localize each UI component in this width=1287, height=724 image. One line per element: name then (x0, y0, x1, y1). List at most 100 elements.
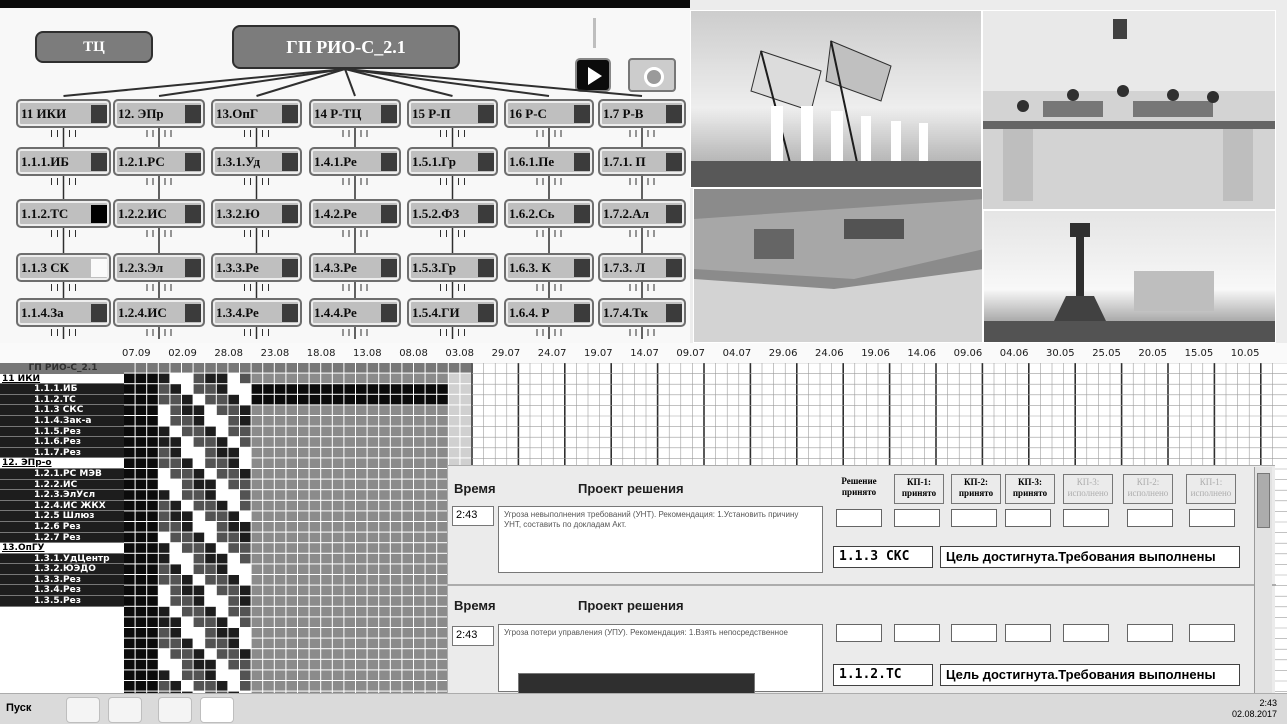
kp-checkbox[interactable] (1127, 509, 1173, 527)
tree-list: ГП РИО-С_2.1 11 ИКИ 1.1.1.ИБ 1.1.2.ТС 1.1.3 … (0, 363, 124, 693)
scroll-thumb[interactable] (1257, 473, 1270, 528)
timeline-tick: 04.06 (999, 348, 1029, 359)
status-indicator (666, 259, 682, 277)
status-indicator (574, 205, 590, 223)
status-indicator (574, 259, 590, 277)
tree-row[interactable]: 1.1.2.ТС (0, 394, 124, 406)
timeline-tick: 28.08 (214, 348, 244, 359)
top-strip (0, 0, 690, 8)
time-label-2: Время (454, 598, 496, 613)
timeline-tick: 20.05 (1138, 348, 1168, 359)
status-indicator (666, 153, 682, 171)
tree-row[interactable]: 1.3.2.ЮЭДО (0, 564, 124, 575)
tree-row[interactable]: 1.3.4.Рез (0, 585, 124, 597)
tree-row[interactable]: 1.2.6 Рез (0, 521, 124, 533)
taskbar: Пуск 2:43 02.08.2017 (0, 693, 1287, 724)
tree-row[interactable]: 1.2.1.РС МЭВ (0, 468, 124, 480)
kp-header: КП-1: исполнено (1186, 474, 1236, 504)
taskbar-app-1[interactable] (66, 697, 100, 723)
kp-checkbox[interactable] (1063, 509, 1109, 527)
clock[interactable]: 2:43 02.08.2017 (1232, 698, 1277, 720)
tree-row[interactable]: 1.1.3 СКС (0, 405, 124, 416)
status-indicator (185, 153, 201, 171)
status-indicator (381, 205, 397, 223)
tree-row[interactable]: ГП РИО-С_2.1 (0, 363, 124, 374)
message-1: Угроза невыполнения требований (УНТ). Ре… (498, 506, 823, 573)
photo-monument (983, 210, 1276, 343)
taskbar-app-4[interactable] (200, 697, 234, 723)
timeline-tick: 04.07 (722, 348, 752, 359)
status-indicator (478, 205, 494, 223)
tree-row[interactable]: 1.3.5.Рез (0, 596, 124, 607)
tree-row[interactable]: 11 ИКИ (0, 373, 124, 385)
tree-row[interactable]: 1.2.5 Шлюз (0, 511, 124, 522)
tree-row[interactable]: 1.3.1.УдЦентр (0, 553, 124, 565)
kp-checkbox[interactable] (894, 509, 940, 527)
structure-diagram: ТЦ ГП РИО-С_2.1 11 ИКИ 1.1.1.ИБ 1.1.2.ТС 1.… (0, 8, 690, 343)
kp-checkbox[interactable] (836, 624, 882, 642)
decision-panel: Время Проект решения Решение принято КП-… (447, 465, 1276, 694)
status-indicator (185, 304, 201, 322)
status-indicator (381, 304, 397, 322)
timeline-tick: 13.08 (353, 348, 382, 359)
kp-checkbox[interactable] (1005, 624, 1051, 642)
tree-row[interactable]: 12. ЭПр-о (0, 458, 124, 469)
panel-scrollbar[interactable] (1254, 467, 1272, 693)
timeline-tick: 25.05 (1092, 348, 1121, 359)
kp-header: КП-3: исполнено (1063, 474, 1113, 504)
tree-row[interactable]: 1.1.6.Рез (0, 437, 124, 448)
kp-checkbox[interactable] (951, 624, 997, 642)
status-indicator (574, 304, 590, 322)
status-indicator (185, 205, 201, 223)
kp-header: КП-3: принято (1005, 474, 1055, 504)
tree-row[interactable]: 1.1.5.Рез (0, 426, 124, 438)
tree-row[interactable]: 13.ОпГУ (0, 543, 124, 554)
status-indicator (282, 304, 298, 322)
status-indicator (282, 205, 298, 223)
start-button[interactable]: Пуск (6, 702, 31, 714)
kp-checkbox[interactable] (1005, 509, 1051, 527)
status-indicator (666, 304, 682, 322)
kp-checkbox[interactable] (951, 509, 997, 527)
status-indicator (574, 105, 590, 123)
row-separator (448, 584, 1276, 586)
status-indicator (91, 105, 107, 123)
kp-checkbox[interactable] (836, 509, 882, 527)
timeline-tick: 02.09 (168, 348, 197, 359)
code-field-2: 1.1.2.ТС (833, 664, 933, 686)
status-indicator (91, 259, 107, 277)
kp-checkbox[interactable] (1063, 624, 1109, 642)
time-field-1[interactable]: 2:43 (452, 506, 494, 526)
status-indicator (91, 304, 107, 322)
timeline-tick: 18.08 (306, 348, 336, 359)
tree-row[interactable]: 1.1.1.ИБ (0, 384, 124, 395)
kp-checkbox[interactable] (1127, 624, 1173, 642)
project-label-2: Проект решения (578, 598, 684, 613)
tree-row[interactable]: 1.3.3.Рез (0, 574, 124, 586)
status-indicator (478, 105, 494, 123)
time-field-2[interactable]: 2:43 (452, 626, 494, 646)
status-indicator (185, 105, 201, 123)
taskbar-app-3[interactable] (158, 697, 192, 723)
timeline-tick: 24.06 (815, 348, 844, 359)
kp-checkbox[interactable] (1189, 624, 1235, 642)
tree-row[interactable]: 1.2.2.ИС (0, 479, 124, 491)
tree-row[interactable]: 1.2.4.ИС ЖКХ (0, 500, 124, 512)
tree-row[interactable]: 1.1.7.Рез (0, 447, 124, 459)
status-indicator (381, 153, 397, 171)
code-field-1: 1.1.3 СКС (833, 546, 933, 568)
kp-checkbox[interactable] (1189, 509, 1235, 527)
tree-row[interactable]: 1.2.7 Рез (0, 532, 124, 544)
timeline-tick: 09.07 (676, 348, 706, 359)
tree-row[interactable]: 1.2.3.ЭлУсл (0, 490, 124, 501)
timeline-tick: 30.05 (1046, 348, 1075, 359)
taskbar-app-2[interactable] (108, 697, 142, 723)
status-indicator (666, 105, 682, 123)
status-field-2: Цель достигнута.Требования выполнены (940, 664, 1240, 686)
timeline-tick: 14.06 (907, 348, 937, 359)
kp-checkbox[interactable] (894, 624, 940, 642)
status-indicator (91, 153, 107, 171)
photo-meeting (982, 10, 1276, 210)
tree-row[interactable]: 1.1.4.Зак-а (0, 415, 124, 427)
status-indicator (478, 304, 494, 322)
